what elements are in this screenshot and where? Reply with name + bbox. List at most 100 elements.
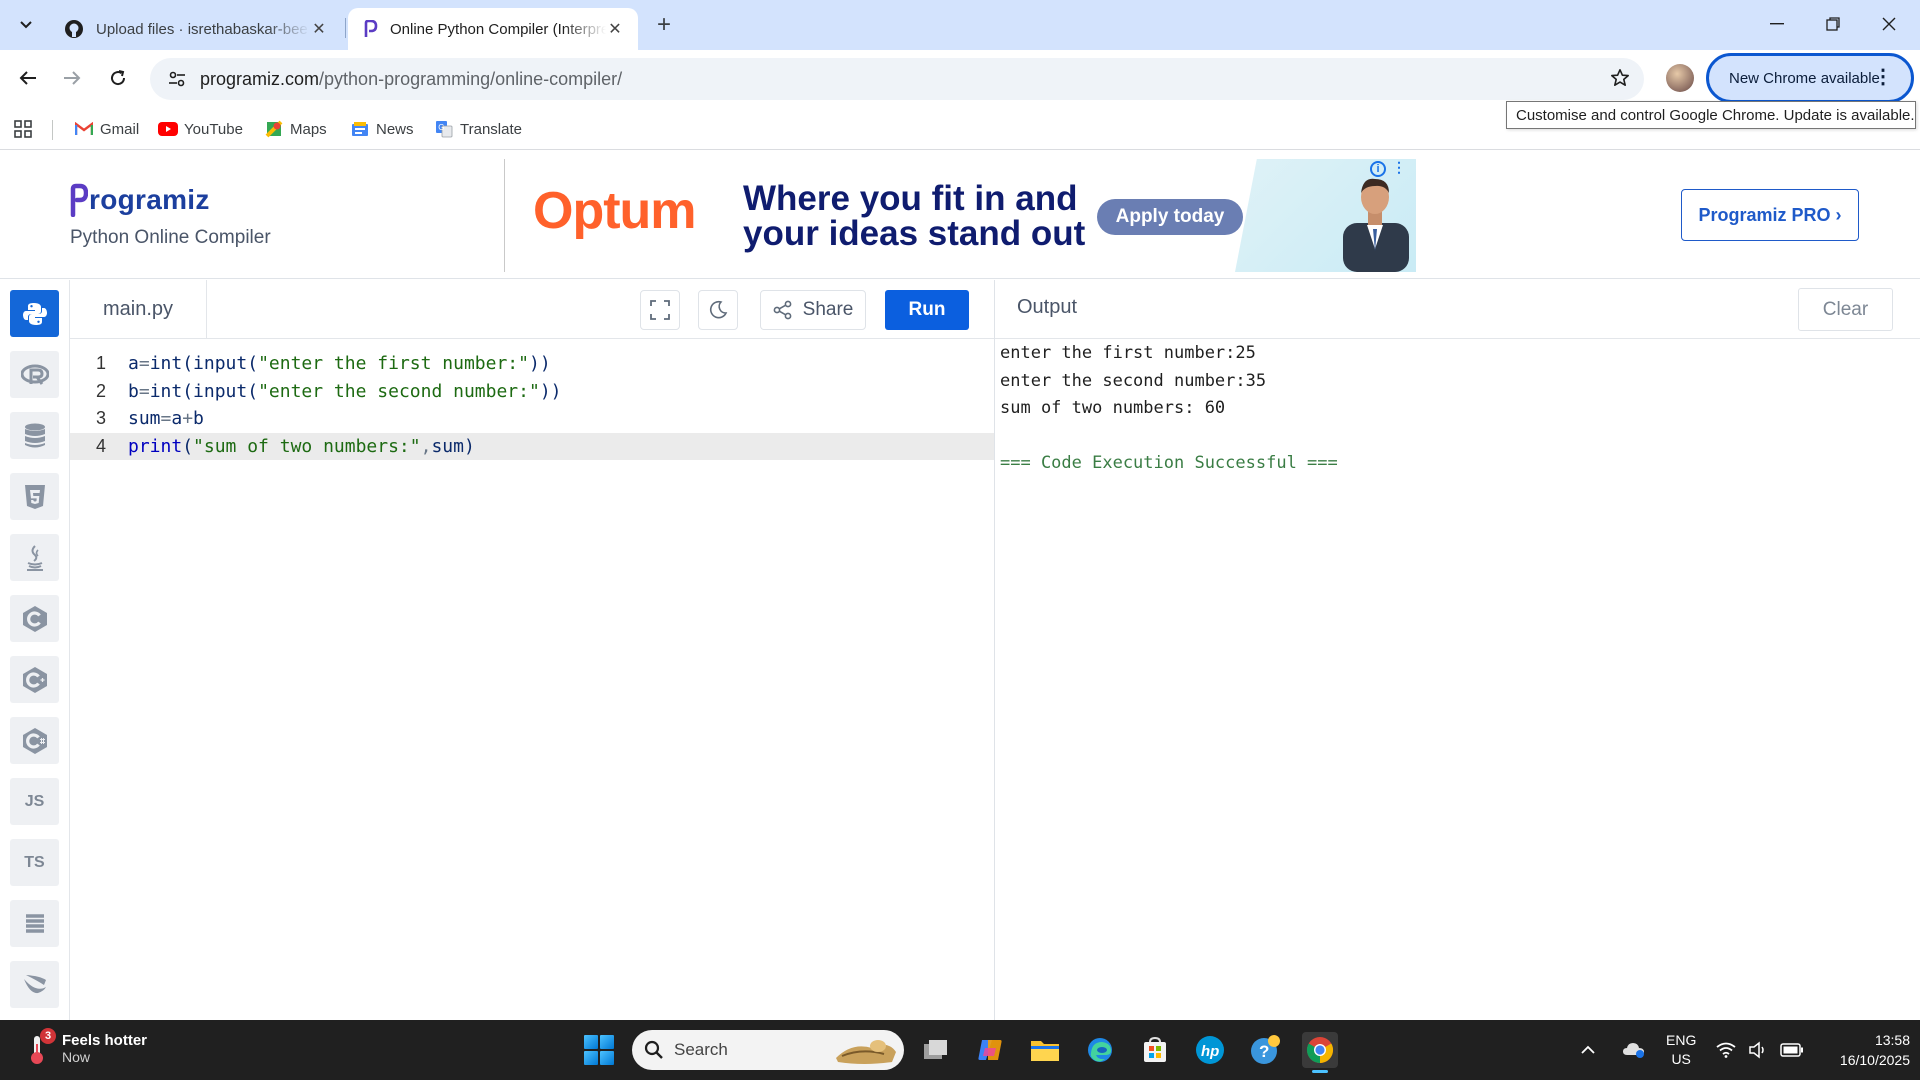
thermometer-icon: 3 bbox=[26, 1028, 56, 1066]
weather-widget[interactable]: 3 Feels hotter Now bbox=[26, 1028, 147, 1066]
ad-brand: Optum bbox=[533, 182, 697, 240]
language-code: ENG bbox=[1666, 1032, 1697, 1048]
profile-avatar[interactable] bbox=[1666, 64, 1694, 92]
lang-typescript-button[interactable]: TS bbox=[10, 839, 59, 886]
lang-go-button[interactable] bbox=[10, 900, 59, 947]
lang-sql-button[interactable] bbox=[10, 412, 59, 459]
bookmark-gmail[interactable]: Gmail bbox=[74, 116, 139, 142]
bookmark-label: News bbox=[376, 120, 414, 138]
windows-logo-pane bbox=[584, 1035, 598, 1049]
apps-button[interactable] bbox=[14, 116, 32, 142]
task-view-icon bbox=[924, 1040, 947, 1059]
input-language-button[interactable]: ENG US bbox=[1666, 1020, 1696, 1080]
lang-swift-button[interactable] bbox=[10, 961, 59, 1008]
lang-cpp-button[interactable] bbox=[10, 656, 59, 703]
ad-info-icon[interactable]: i bbox=[1370, 161, 1386, 177]
minimize-button[interactable] bbox=[1754, 8, 1800, 40]
lang-c-button[interactable] bbox=[10, 595, 59, 642]
lang-html-button[interactable] bbox=[10, 473, 59, 520]
bookmark-youtube[interactable]: YouTube bbox=[158, 116, 243, 142]
ad-apply-button[interactable]: Apply today bbox=[1097, 199, 1243, 235]
edge-browser-button[interactable] bbox=[1082, 1032, 1118, 1068]
lang-javascript-button[interactable]: JS bbox=[10, 778, 59, 825]
browser-toolbar: programiz.com/python-programming/online-… bbox=[0, 50, 1920, 108]
restore-button[interactable] bbox=[1810, 8, 1856, 40]
file-explorer-button[interactable] bbox=[1027, 1032, 1063, 1068]
code-text: print("sum of two numbers:",sum) bbox=[128, 435, 475, 457]
bookmark-maps[interactable]: Maps bbox=[264, 116, 327, 142]
lang-csharp-button[interactable] bbox=[10, 717, 59, 764]
lang-java-button[interactable] bbox=[10, 534, 59, 581]
code-editor[interactable]: 1 a=int(input("enter the first number:")… bbox=[70, 340, 995, 1021]
minimize-icon bbox=[1770, 23, 1784, 25]
hp-app-button[interactable]: hp bbox=[1192, 1032, 1228, 1068]
close-icon[interactable]: ✕ bbox=[606, 19, 624, 39]
back-button[interactable] bbox=[12, 62, 44, 94]
copilot-button[interactable] bbox=[972, 1032, 1008, 1068]
bookmark-label: Translate bbox=[460, 120, 522, 138]
new-tab-button[interactable]: + bbox=[650, 12, 678, 40]
weather-subtitle: Now bbox=[62, 1048, 91, 1065]
dark-mode-button[interactable] bbox=[698, 290, 738, 330]
go-icon bbox=[25, 913, 44, 933]
share-button[interactable]: Share bbox=[760, 290, 866, 330]
get-help-button[interactable]: ? bbox=[1247, 1032, 1283, 1068]
microsoft-store-button[interactable] bbox=[1137, 1032, 1173, 1068]
output-console[interactable]: enter the first number:25 enter the seco… bbox=[1000, 340, 1900, 478]
windows-logo-pane bbox=[600, 1051, 614, 1065]
ad-options-icon[interactable]: ⋮ bbox=[1392, 159, 1406, 176]
taskbar-search[interactable]: Search bbox=[632, 1030, 904, 1070]
pane-divider[interactable] bbox=[994, 280, 995, 1021]
close-window-button[interactable] bbox=[1866, 8, 1912, 40]
windows-logo-pane bbox=[584, 1051, 598, 1065]
chrome-icon bbox=[1306, 1037, 1334, 1064]
tab-github-upload[interactable]: Upload files · isrethabaskar-bee ✕ bbox=[50, 8, 342, 50]
code-line[interactable]: 2 b=int(input("enter the second number:"… bbox=[70, 378, 995, 405]
programiz-logo[interactable]: rogramiz bbox=[70, 183, 210, 217]
code-line-active[interactable]: 4 print("sum of two numbers:",sum) bbox=[70, 432, 995, 460]
clear-button[interactable]: Clear bbox=[1798, 288, 1893, 331]
lang-r-button[interactable] bbox=[10, 351, 59, 398]
bookmark-translate[interactable]: G Translate bbox=[434, 116, 522, 142]
address-bar[interactable]: programiz.com/python-programming/online-… bbox=[150, 58, 1644, 100]
advertisement-banner[interactable]: Optum Where you fit in and your ideas st… bbox=[504, 159, 1416, 272]
chrome-update-button[interactable]: New Chrome available ⋮ bbox=[1706, 53, 1914, 103]
editor-toolbar: main.py Share Run bbox=[70, 280, 995, 339]
js-label: JS bbox=[24, 792, 45, 810]
tab-search-button[interactable] bbox=[10, 10, 42, 40]
forward-button[interactable] bbox=[56, 62, 88, 94]
code-line[interactable]: 1 a=int(input("enter the first number:")… bbox=[70, 350, 995, 377]
line-number: 3 bbox=[95, 408, 106, 428]
bookmark-star-icon[interactable] bbox=[1610, 68, 1630, 93]
system-clock[interactable]: 13:58 16/10/2025 bbox=[1810, 1030, 1910, 1070]
c-icon bbox=[22, 605, 47, 632]
quick-settings-button[interactable] bbox=[1716, 1020, 1804, 1080]
tab-title: Online Python Compiler (Interpreter) bbox=[390, 20, 606, 38]
chevron-down-icon bbox=[20, 21, 32, 29]
code-line[interactable]: 3 sum=a+b bbox=[70, 405, 995, 432]
svg-text:?: ? bbox=[1259, 1042, 1269, 1061]
reload-button[interactable] bbox=[102, 62, 134, 94]
fullscreen-button[interactable] bbox=[640, 290, 680, 330]
bookmark-label: YouTube bbox=[184, 120, 243, 138]
run-button[interactable]: Run bbox=[885, 290, 969, 330]
task-view-button[interactable] bbox=[918, 1032, 954, 1068]
search-placeholder: Search bbox=[674, 1040, 728, 1059]
bookmark-label: Gmail bbox=[100, 120, 140, 138]
close-icon[interactable]: ✕ bbox=[310, 19, 328, 39]
lang-python-button[interactable] bbox=[10, 290, 59, 337]
region-code: US bbox=[1671, 1051, 1691, 1067]
tab-programiz[interactable]: Online Python Compiler (Interpreter) ✕ bbox=[348, 8, 638, 50]
edge-icon bbox=[1088, 1038, 1112, 1062]
site-info-icon[interactable] bbox=[156, 71, 198, 87]
url-text[interactable]: programiz.com/python-programming/online-… bbox=[200, 69, 622, 90]
onedrive-tray-button[interactable] bbox=[1622, 1020, 1646, 1080]
programiz-pro-button[interactable]: Programiz PRO › bbox=[1681, 189, 1859, 241]
bookmark-news[interactable]: News bbox=[350, 116, 414, 142]
cpp-icon bbox=[22, 666, 47, 693]
bookmarks-divider bbox=[52, 120, 53, 140]
show-hidden-icons-button[interactable] bbox=[1580, 1020, 1596, 1080]
start-button[interactable] bbox=[584, 1035, 614, 1065]
file-tab-main[interactable]: main.py bbox=[70, 280, 207, 338]
chrome-taskbar-button[interactable] bbox=[1302, 1032, 1338, 1073]
